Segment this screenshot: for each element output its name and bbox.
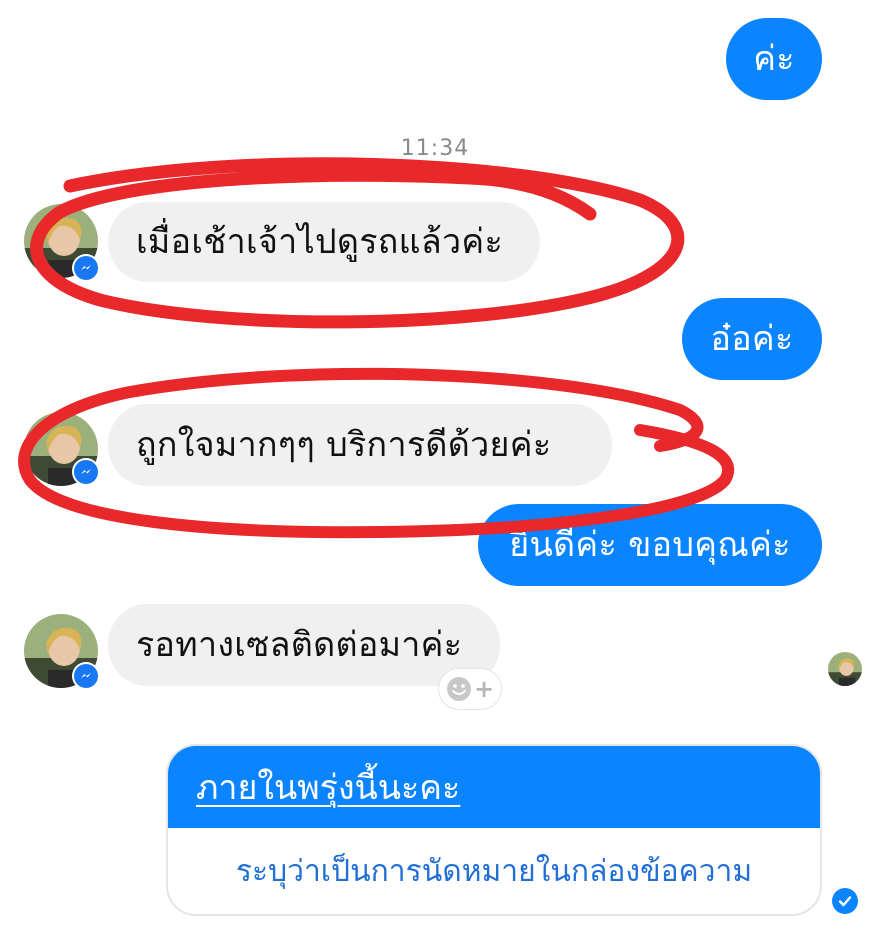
messenger-badge-icon: [72, 458, 100, 486]
message-bubble-outgoing[interactable]: ยินดีค่ะ ขอบคุณค่ะ: [478, 504, 822, 586]
smiley-add-icon: [446, 677, 471, 701]
message-text: อ๋อค่ะ: [710, 319, 794, 359]
message-card[interactable]: ภายในพรุ่งนี้นะคะ ระบุว่าเป็นการนัดหมายใ…: [166, 744, 822, 916]
schedule-suggestion-link[interactable]: ระบุว่าเป็นการนัดหมายในกล่องข้อความ: [168, 828, 820, 914]
message-timestamp: 11:34: [400, 136, 470, 161]
messenger-badge-icon: [72, 662, 100, 690]
message-text: ยินดีค่ะ ขอบคุณค่ะ: [509, 525, 791, 565]
seen-avatar: [828, 652, 862, 686]
message-bubble-incoming[interactable]: ถูกใจมากๆๆ บริการดีด้วยค่ะ: [108, 404, 612, 486]
message-bubble-outgoing[interactable]: ค่ะ: [726, 18, 822, 100]
message-text: ค่ะ: [753, 39, 795, 79]
message-bubble-outgoing[interactable]: อ๋อค่ะ: [682, 298, 822, 380]
message-text: เมื่อเช้าเจ้าไปดูรถแล้วค่ะ: [136, 222, 504, 262]
reaction-plus: +: [473, 675, 495, 703]
delivered-check-icon: [832, 888, 858, 914]
message-text: รอทางเซลติดต่อมาค่ะ: [136, 625, 463, 665]
chat-screen: ค่ะ 11:34 เมื่อเช้าเจ้าไปดูรถแล้วค่ะ อ๋อ…: [0, 0, 870, 926]
messenger-badge-icon: [72, 254, 100, 282]
add-reaction-button[interactable]: +: [438, 668, 502, 710]
message-text: ถูกใจมากๆๆ บริการดีด้วยค่ะ: [136, 425, 552, 465]
message-card-text: ภายในพรุ่งนี้นะคะ: [168, 746, 820, 828]
message-bubble-incoming[interactable]: รอทางเซลติดต่อมาค่ะ: [108, 604, 500, 686]
message-bubble-incoming[interactable]: เมื่อเช้าเจ้าไปดูรถแล้วค่ะ: [108, 202, 540, 282]
